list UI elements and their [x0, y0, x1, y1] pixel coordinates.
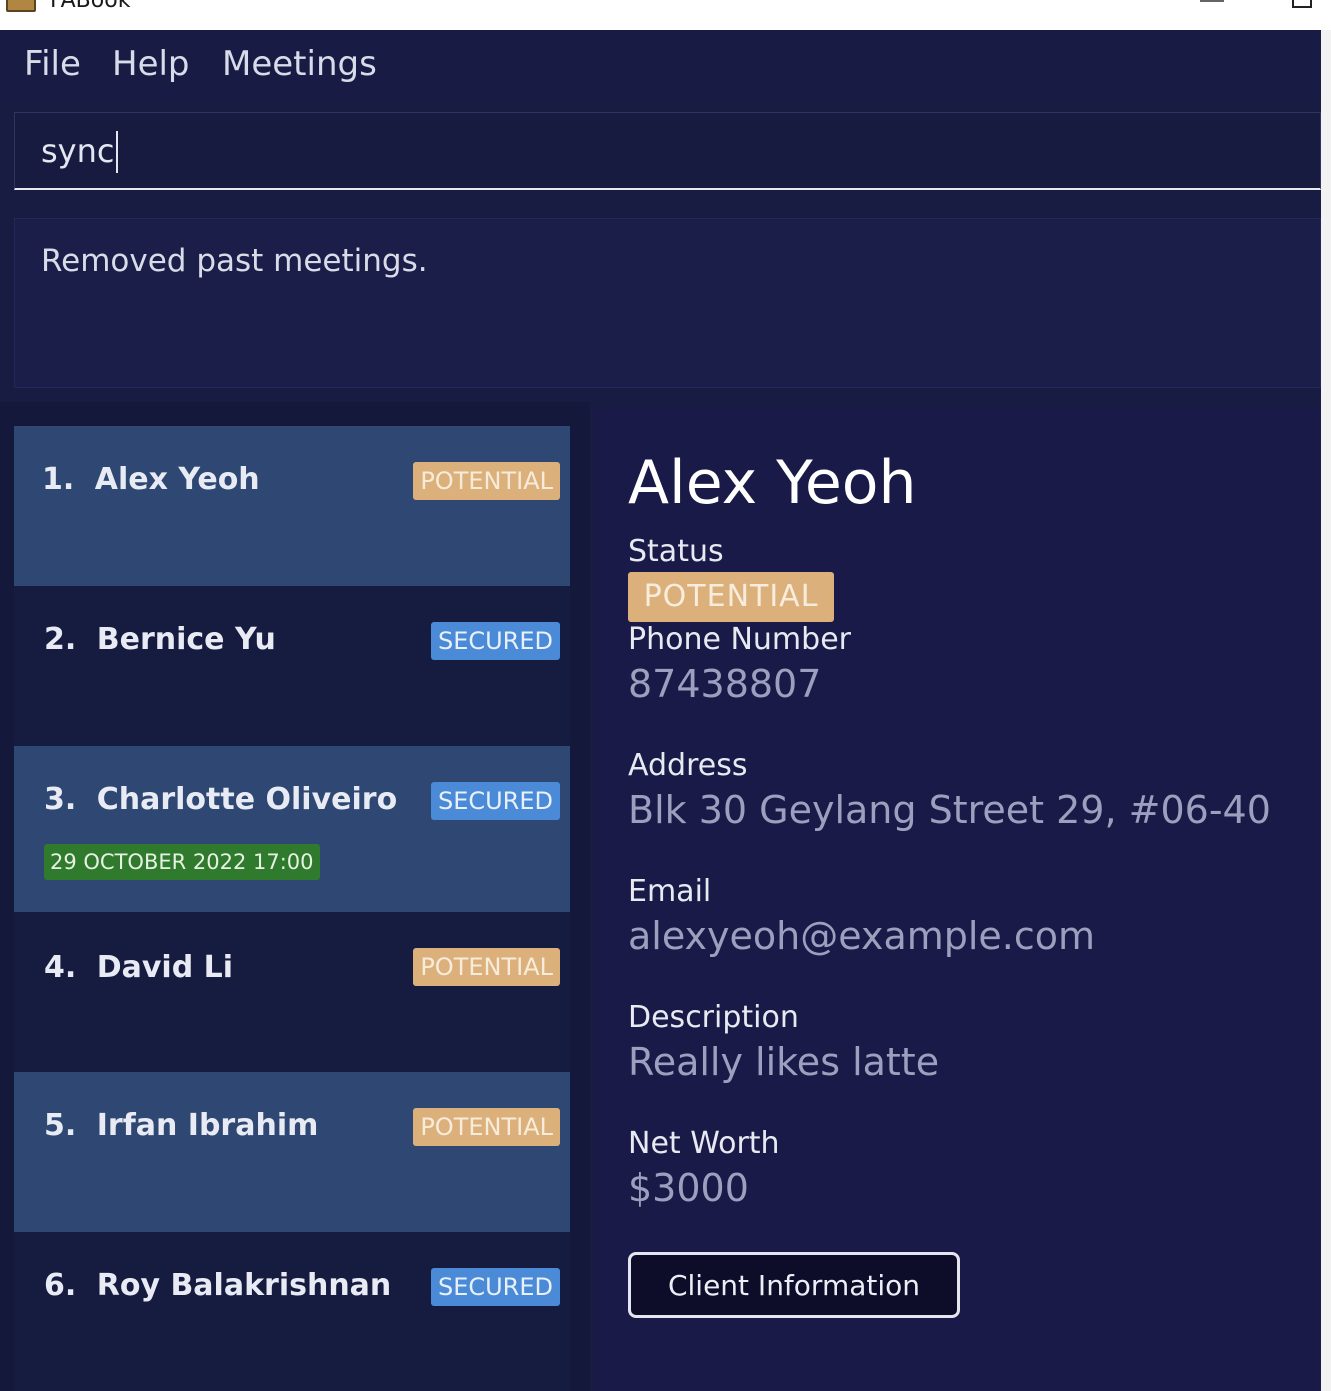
command-box	[14, 112, 1321, 190]
card-name: Bernice Yu	[96, 622, 276, 657]
person-card-irfan-ibrahim[interactable]: 5. Irfan Ibrahim POTENTIAL	[14, 1072, 570, 1232]
status-tag: SECURED	[430, 622, 560, 660]
card-name: Charlotte Oliveiro	[96, 782, 398, 817]
window-edge	[1321, 30, 1331, 1391]
card-name: Irfan Ibrahim	[96, 1108, 319, 1143]
address-value: Blk 30 Geylang Street 29, #06-40	[628, 788, 1271, 832]
client-information-button[interactable]: Client Information	[628, 1252, 960, 1318]
email-value: alexyeoh@example.com	[628, 914, 1096, 958]
networth-value: $3000	[628, 1166, 749, 1210]
phone-label: Phone Number	[628, 622, 851, 657]
person-card-charlotte-oliveiro[interactable]: 3. Charlotte Oliveiro SECURED 29 OCTOBER…	[14, 746, 570, 912]
card-index: 5.	[44, 1108, 77, 1143]
status-tag: POTENTIAL	[413, 462, 560, 500]
menu-bar: File Help Meetings	[0, 30, 1321, 102]
status-tag: POTENTIAL	[413, 948, 560, 986]
card-index: 2.	[44, 622, 77, 657]
person-card-alex-yeoh[interactable]: 1. Alex Yeoh POTENTIAL	[14, 426, 570, 586]
menu-meetings[interactable]: Meetings	[222, 44, 377, 84]
minimize-icon[interactable]	[1200, 0, 1224, 2]
card-index: 4.	[44, 950, 77, 985]
menu-help[interactable]: Help	[112, 44, 190, 84]
detail-name: Alex Yeoh	[628, 448, 917, 518]
networth-label: Net Worth	[628, 1126, 780, 1161]
status-tag: POTENTIAL	[628, 572, 834, 622]
app-icon	[6, 0, 36, 12]
card-index: 6.	[44, 1268, 77, 1303]
card-name: David Li	[96, 950, 234, 985]
menu-file[interactable]: File	[24, 44, 81, 84]
card-name: Roy Balakrishnan	[96, 1268, 392, 1303]
phone-value: 87438807	[628, 662, 822, 706]
result-display: Removed past meetings.	[14, 218, 1321, 388]
description-value: Really likes latte	[628, 1040, 940, 1084]
person-card-bernice-yu[interactable]: 2. Bernice Yu SECURED	[14, 586, 570, 746]
title-bar: FABook	[0, 0, 1331, 30]
status-tag: POTENTIAL	[413, 1108, 560, 1146]
person-card-david-li[interactable]: 4. David Li POTENTIAL	[14, 912, 570, 1072]
person-detail-panel: Alex Yeoh Status POTENTIAL Phone Number …	[594, 408, 1321, 1391]
result-message: Removed past meetings.	[41, 243, 428, 279]
app-window: File Help Meetings Removed past meetings…	[0, 30, 1321, 1391]
meeting-tag: 29 OCTOBER 2022 17:00	[44, 844, 320, 880]
card-index: 3.	[44, 782, 77, 817]
person-card-roy-balakrishnan[interactable]: 6. Roy Balakrishnan SECURED	[14, 1232, 570, 1391]
status-tag: SECURED	[430, 1268, 560, 1306]
maximize-icon[interactable]	[1292, 0, 1312, 8]
window-title: FABook	[50, 0, 131, 13]
description-label: Description	[628, 1000, 799, 1035]
status-tag: SECURED	[430, 782, 560, 820]
person-list: 1. Alex Yeoh POTENTIAL 2. Bernice Yu SEC…	[0, 402, 590, 1391]
card-index: 1.	[42, 462, 75, 497]
command-input[interactable]	[39, 131, 1239, 171]
email-label: Email	[628, 874, 712, 909]
text-caret	[116, 131, 118, 173]
address-label: Address	[628, 748, 748, 783]
status-label: Status	[628, 534, 724, 569]
card-name: Alex Yeoh	[94, 462, 260, 497]
